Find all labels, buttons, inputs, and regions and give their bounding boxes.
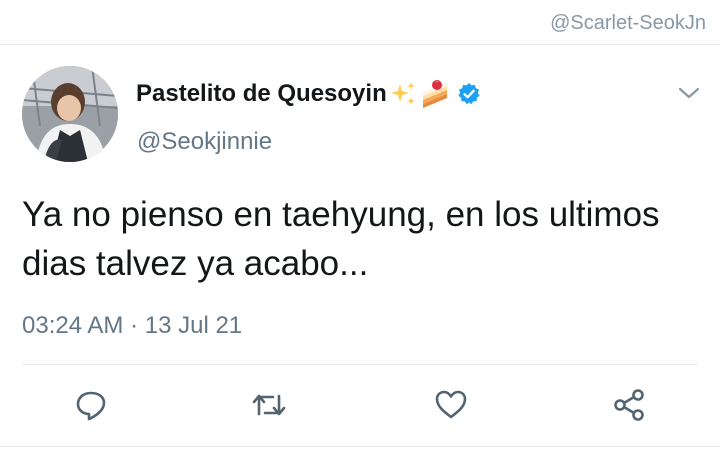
avatar[interactable] [22, 66, 118, 162]
watermark: @Scarlet-SeokJn [550, 12, 706, 34]
chevron-down-icon[interactable] [678, 86, 700, 100]
shortcake-emoji [421, 80, 449, 108]
retweet-icon [252, 394, 286, 416]
divider [22, 364, 698, 365]
display-name[interactable]: Pastelito de Quesoyin [136, 80, 387, 108]
tweet-actions [0, 384, 720, 426]
author-name-row[interactable]: Pastelito de Quesoyin [136, 80, 481, 108]
divider [0, 44, 720, 45]
tweet-timestamp[interactable]: 03:24 AM · 13 Jul 21 [22, 312, 242, 340]
avatar-image [22, 66, 118, 162]
tweet-text: Ya no pienso en taehyung, en los ultimos… [22, 195, 660, 283]
heart-icon [435, 390, 467, 419]
reply-button[interactable] [70, 384, 112, 426]
share-button[interactable] [608, 384, 650, 426]
share-icon [614, 389, 644, 421]
verified-badge-icon [457, 82, 481, 106]
user-handle[interactable]: @Seokjinnie [137, 128, 272, 156]
like-button[interactable] [430, 384, 472, 426]
sparkles-emoji [390, 81, 417, 107]
retweet-button[interactable] [248, 384, 290, 426]
reply-icon [76, 391, 106, 421]
divider [0, 446, 720, 447]
